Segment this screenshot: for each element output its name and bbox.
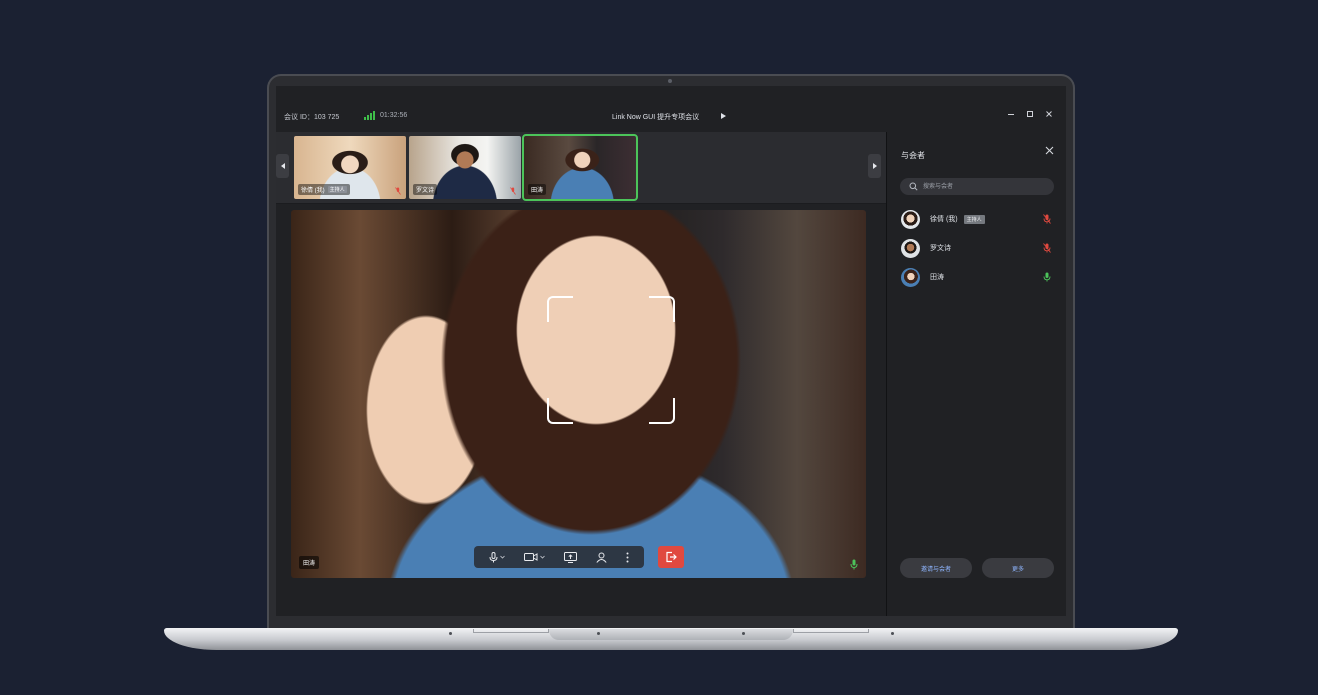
- chevron-down-icon[interactable]: [500, 555, 506, 559]
- participants-button[interactable]: [596, 550, 607, 564]
- mic-muted-icon: [510, 187, 516, 195]
- app-window: 会议 ID：103 725 01:32:56 Link Now GUI 提升专项…: [276, 86, 1066, 616]
- chevron-left-icon: [280, 163, 285, 169]
- laptop-base-dot: [891, 632, 894, 635]
- play-icon[interactable]: [721, 113, 726, 119]
- avatar: [901, 267, 920, 287]
- more-icon: [626, 552, 629, 562]
- screen-share-icon: [563, 551, 577, 563]
- laptop-hinge-line: [473, 629, 549, 633]
- thumbnail-video-active[interactable]: 田涛: [522, 134, 638, 201]
- thumbnail-label: 罗文诗: [413, 184, 438, 195]
- main-video: 田涛: [291, 210, 866, 578]
- laptop-base-dot: [742, 632, 745, 635]
- search-input[interactable]: [923, 178, 1048, 195]
- participants-icon: [596, 552, 607, 563]
- close-icon[interactable]: [1043, 108, 1055, 120]
- meeting-title: Link Now GUI 提升专项会议: [612, 114, 700, 121]
- host-badge: 主持人: [327, 186, 347, 193]
- participant-name: 徐倩 (我): [930, 216, 958, 223]
- chevron-down-icon[interactable]: [540, 555, 545, 559]
- participant-row[interactable]: 田涛: [901, 267, 1053, 287]
- maximize-icon[interactable]: [1024, 108, 1036, 120]
- mic-muted-icon[interactable]: [1043, 214, 1051, 224]
- participant-name: 罗文诗: [930, 245, 951, 252]
- more-button[interactable]: [626, 550, 629, 564]
- mic-muted-icon[interactable]: [1043, 243, 1051, 253]
- mic-active-icon: [850, 559, 858, 570]
- microphone-icon: [489, 551, 498, 562]
- laptop-base-dot: [597, 632, 600, 635]
- meeting-duration: 01:32:56: [380, 112, 408, 119]
- chevron-right-icon: [872, 163, 877, 169]
- search-icon: [909, 182, 918, 191]
- invite-participants-button[interactable]: 邀请与会者: [900, 558, 972, 578]
- avatar: [901, 238, 920, 258]
- face-detection-frame: [547, 296, 675, 424]
- webcam-dot: [668, 79, 672, 83]
- thumbnail-video[interactable]: 徐倩 (我) 主持人: [294, 136, 406, 199]
- close-icon[interactable]: [1045, 146, 1054, 158]
- strip-prev-button[interactable]: [276, 154, 289, 178]
- strip-next-button[interactable]: [868, 154, 881, 178]
- panel-title: 与会者: [901, 151, 925, 160]
- title-bar: 会议 ID：103 725 01:32:56 Link Now GUI 提升专项…: [276, 86, 1066, 132]
- search-field[interactable]: [900, 178, 1054, 195]
- participant-name: 田涛: [930, 274, 944, 281]
- thumbnail-label: 徐倩 (我) 主持人: [298, 184, 350, 195]
- microphone-button[interactable]: [489, 550, 506, 564]
- thumbnail-video[interactable]: 罗文诗: [409, 136, 521, 199]
- meeting-id: 会议 ID：103 725: [284, 114, 340, 121]
- screen-share-button[interactable]: [563, 550, 577, 564]
- avatar: [901, 209, 920, 229]
- meeting-control-bar: [474, 546, 644, 568]
- participant-row[interactable]: 罗文诗: [901, 238, 1053, 258]
- camera-icon: [524, 553, 538, 561]
- participants-panel: 与会者 徐倩 (我) 主持人 罗文诗: [886, 132, 1066, 616]
- mic-active-icon[interactable]: [1043, 272, 1051, 282]
- leave-meeting-button[interactable]: [658, 546, 684, 568]
- laptop-base-dot: [449, 632, 452, 635]
- leave-icon: [666, 551, 677, 563]
- minimize-icon[interactable]: [1005, 108, 1017, 120]
- laptop-hinge-line: [793, 629, 869, 633]
- mic-muted-icon: [395, 187, 401, 195]
- camera-button[interactable]: [524, 550, 545, 564]
- signal-icon: [364, 111, 375, 120]
- thumbnail-strip: 徐倩 (我) 主持人 罗文诗 田涛: [276, 132, 886, 204]
- speaker-name-label: 田涛: [299, 556, 320, 569]
- laptop-notch: [549, 629, 793, 640]
- thumbnail-label: 田涛: [528, 184, 547, 195]
- participant-row[interactable]: 徐倩 (我) 主持人: [901, 209, 1053, 229]
- host-badge: 主持人: [963, 214, 985, 224]
- more-options-button[interactable]: 更多: [982, 558, 1054, 578]
